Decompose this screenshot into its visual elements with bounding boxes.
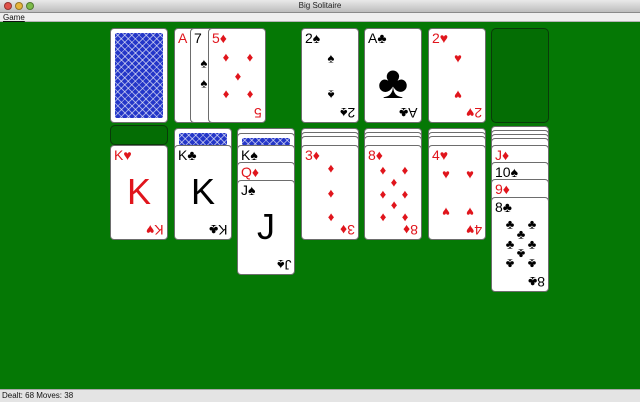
card-index-bottom: J♠: [276, 257, 291, 273]
stock-pile[interactable]: [110, 28, 168, 123]
heart-icon: ♥: [442, 166, 450, 182]
club-icon: ♣: [516, 226, 526, 242]
spade-icon: ♠: [200, 55, 208, 71]
diamond-icon: ♦: [246, 49, 254, 65]
club-icon: ♣: [527, 236, 537, 252]
diamond-icon: ♦: [222, 87, 230, 103]
card-index: K♣: [178, 147, 197, 163]
heart-icon: ♥: [466, 204, 474, 220]
card-index-bottom: 3♦: [340, 222, 355, 238]
card-index: 8♦: [368, 147, 383, 163]
foundation-pile-1[interactable]: 2♠ ♠ ♠ 2♠: [301, 28, 359, 123]
diamond-icon: ♦: [401, 162, 409, 178]
game-table: A 7 ♠ ♠ 5♦ ♦ ♦ ♦ ♦ ♦ 5 2♠ ♠ ♠ 2♠ A♣ ♣ A♣…: [0, 22, 640, 389]
menu-bar: Game: [0, 13, 640, 22]
diamond-icon: ♦: [246, 87, 254, 103]
card-index: 5♦: [212, 30, 227, 46]
title-bar: Big Solitaire: [0, 0, 640, 13]
diamond-icon: ♦: [234, 68, 242, 84]
status-bar: Dealt: 68 Moves: 38: [0, 389, 640, 402]
club-icon: ♣: [505, 256, 515, 272]
card-index-bottom: 8♣: [528, 274, 545, 290]
diamond-icon: ♦: [327, 210, 335, 226]
tableau-card[interactable]: 8♣ ♣ ♣ ♣ ♣ ♣ ♣ ♣ ♣ 8♣: [491, 197, 549, 292]
diamond-icon: ♦: [390, 198, 398, 214]
card-index: K♥: [114, 147, 132, 163]
card-index: A♣: [368, 30, 387, 46]
card-index: 8♣: [495, 199, 512, 215]
club-icon: ♣: [527, 216, 537, 232]
foundation-slot-empty[interactable]: [491, 28, 549, 123]
tableau-card[interactable]: 8♦ ♦ ♦ ♦ ♦ ♦ ♦ ♦ ♦ 8♦: [364, 145, 422, 240]
heart-icon: ♥: [454, 87, 462, 103]
card-index-bottom: 5: [254, 105, 262, 121]
card-index-bottom: 4♥: [465, 222, 482, 238]
tableau-slot-empty: [110, 125, 168, 145]
card-index: 9♦: [495, 181, 510, 197]
face-rank: J: [257, 206, 275, 247]
face-rank: K: [126, 171, 151, 212]
card-index: 2♥: [432, 30, 449, 46]
card-back-pattern: [115, 33, 163, 118]
foundation-pile-3[interactable]: 2♥ ♥ ♥ 2♥: [428, 28, 486, 123]
diamond-icon: ♦: [222, 49, 230, 65]
card-index: 3♦: [305, 147, 320, 163]
window-title: Big Solitaire: [298, 1, 342, 10]
diamond-icon: ♦: [390, 174, 398, 190]
card-index-bottom: 2♠: [339, 105, 355, 121]
diamond-icon: ♦: [401, 186, 409, 202]
tableau-card[interactable]: 4♥ ♥ ♥ ♥ ♥ 4♥: [428, 145, 486, 240]
card-index: 2♠: [305, 30, 321, 46]
foundation-pile-2[interactable]: A♣ ♣ A♣: [364, 28, 422, 123]
card-index-bottom: A♣: [399, 105, 418, 121]
card-rank: 7: [194, 30, 202, 46]
card-index: 10♠: [495, 164, 519, 180]
heart-icon: ♥: [454, 50, 462, 66]
diamond-icon: ♦: [327, 160, 335, 176]
heart-icon: ♥: [466, 166, 474, 182]
status-text: Dealt: 68 Moves: 38: [2, 391, 74, 400]
waste-top-card[interactable]: 5♦ ♦ ♦ ♦ ♦ ♦ 5: [208, 28, 266, 123]
tableau-card[interactable]: 3♦ ♦ ♦ ♦ 3♦: [301, 145, 359, 240]
club-icon: ♣: [377, 56, 409, 108]
tableau-card[interactable]: K♣ K K♣: [174, 145, 232, 240]
card-index: 4♥: [432, 147, 449, 163]
diamond-icon: ♦: [379, 186, 387, 202]
card-index-bottom: K♣: [209, 222, 228, 238]
spade-icon: ♠: [200, 75, 208, 91]
club-icon: ♣: [505, 216, 515, 232]
card-index-bottom: K♥: [146, 222, 164, 238]
card-rank: A: [178, 30, 188, 46]
diamond-icon: ♦: [327, 185, 335, 201]
diamond-icon: ♦: [379, 162, 387, 178]
heart-icon: ♥: [442, 204, 450, 220]
card-index: J♦: [495, 147, 510, 163]
card-index-bottom: 2♥: [465, 105, 482, 121]
card-index: J♠: [241, 182, 256, 198]
spade-icon: ♠: [327, 87, 335, 103]
club-icon: ♣: [516, 246, 526, 262]
club-icon: ♣: [527, 256, 537, 272]
spade-icon: ♠: [327, 50, 335, 66]
tableau-card[interactable]: K♥ K K♥: [110, 145, 168, 240]
tableau-card[interactable]: J♠ J J♠: [237, 180, 295, 275]
menu-game[interactable]: Game: [3, 13, 25, 22]
diamond-icon: ♦: [379, 210, 387, 226]
club-icon: ♣: [505, 236, 515, 252]
card-index: K♠: [241, 147, 258, 163]
card-index-bottom: 8♦: [403, 222, 418, 238]
card-index: Q♦: [241, 164, 260, 180]
face-rank: K: [190, 171, 215, 212]
